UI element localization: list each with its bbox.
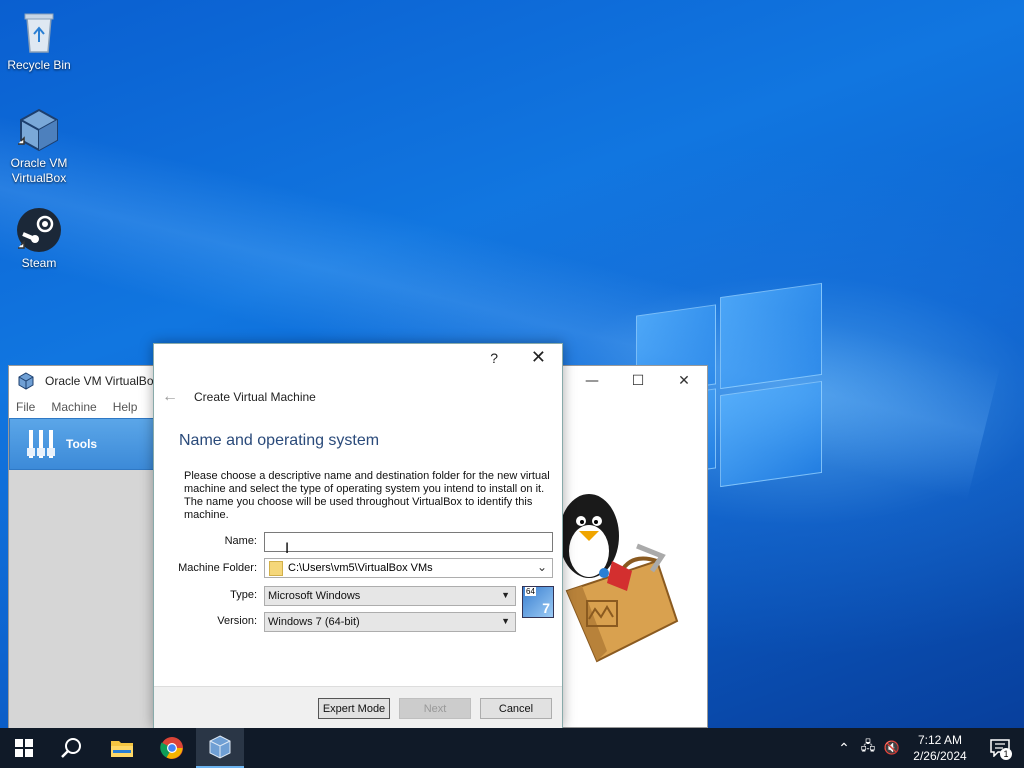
start-button[interactable] — [0, 728, 48, 768]
steam-label: Steam — [21, 256, 57, 270]
expert-mode-button[interactable]: Expert Mode — [318, 698, 390, 719]
type-value: Microsoft Windows — [268, 590, 361, 602]
dialog-header: ← Create Virtual Machine — [154, 374, 562, 420]
section-title: Name and operating system — [179, 432, 380, 449]
dialog-title-bar[interactable]: ? ✕ — [154, 344, 562, 374]
menu-file[interactable]: File — [16, 400, 35, 414]
virtualbox-taskbar-button[interactable] — [196, 728, 244, 768]
text-cursor-icon: I — [285, 541, 290, 557]
recycle-bin-label: Recycle Bin — [7, 58, 71, 72]
folder-icon — [111, 741, 133, 757]
chrome-icon — [160, 737, 183, 759]
back-arrow-icon[interactable]: ← — [162, 388, 178, 406]
close-button[interactable]: ✕ — [661, 366, 707, 396]
virtualbox-label: Oracle VM VirtualBox — [10, 156, 68, 185]
notification-badge: 1 — [1000, 748, 1012, 760]
dropdown-arrow-icon: ▼ — [501, 616, 510, 626]
type-select[interactable]: Microsoft Windows ▼ — [264, 586, 516, 606]
minimize-button[interactable]: — — [569, 366, 615, 396]
machine-folder-value: C:\Users\vm5\VirtualBox VMs — [288, 562, 433, 574]
desktop-icon-virtualbox[interactable]: Oracle VM VirtualBox — [1, 106, 77, 186]
tools-label: Tools — [66, 437, 98, 451]
desktop-icon-recycle-bin[interactable]: Recycle Bin — [1, 8, 77, 73]
vbox-title-text: Oracle VM VirtualBox — [45, 374, 160, 388]
maximize-button[interactable]: ☐ — [615, 366, 661, 396]
tools-icon — [27, 430, 55, 458]
create-vm-dialog: ? ✕ ← Create Virtual Machine Name and op… — [153, 343, 563, 728]
machine-folder-label: Machine Folder: — [178, 562, 257, 574]
virtualbox-icon — [15, 106, 63, 154]
machine-folder-combo[interactable]: C:\Users\vm5\VirtualBox VMs ⌄ — [264, 558, 553, 578]
tux-toolbox-illustration — [559, 494, 679, 663]
help-button[interactable]: ? — [490, 350, 498, 366]
description-text: Please choose a descriptive name and des… — [184, 470, 550, 521]
dialog-footer: Expert Mode Next Cancel — [154, 686, 562, 728]
dropdown-arrow-icon: ▼ — [501, 590, 510, 600]
windows-start-icon — [15, 739, 33, 757]
search-icon — [61, 738, 81, 758]
file-explorer-button[interactable] — [98, 728, 146, 768]
volume-muted-icon[interactable]: 🔇 — [880, 740, 904, 756]
dialog-close-button[interactable]: ✕ — [531, 347, 546, 368]
chrome-button[interactable] — [148, 728, 196, 768]
os-type-icon: 64 7 — [522, 586, 554, 618]
next-button[interactable]: Next — [399, 698, 471, 719]
type-label: Type: — [230, 589, 257, 601]
name-field[interactable] — [264, 532, 553, 552]
search-button[interactable] — [48, 728, 96, 768]
version-select[interactable]: Windows 7 (64-bit) ▼ — [264, 612, 516, 632]
recycle-bin-icon — [15, 8, 63, 56]
chevron-up-icon[interactable]: ⌃ — [832, 740, 856, 757]
virtualbox-icon — [209, 735, 231, 759]
tools-item[interactable]: Tools — [9, 418, 154, 470]
taskbar: ⌃ 🖧 🔇 7:12 AM 2/26/2024 1 — [0, 728, 1024, 768]
network-icon[interactable]: 🖧 — [856, 737, 880, 759]
dialog-header-title: Create Virtual Machine — [194, 390, 316, 404]
version-value: Windows 7 (64-bit) — [268, 616, 360, 628]
clock-time: 7:12 AM — [917, 733, 963, 747]
cancel-button[interactable]: Cancel — [480, 698, 552, 719]
notification-center-button[interactable]: 1 — [976, 728, 1024, 768]
chevron-down-icon: ⌄ — [536, 560, 547, 574]
clock-date: 2/26/2024 — [913, 749, 967, 763]
folder-icon — [269, 560, 283, 576]
menu-machine[interactable]: Machine — [51, 400, 96, 414]
name-label: Name: — [224, 535, 257, 547]
machine-list-area — [9, 470, 154, 729]
clock[interactable]: 7:12 AM 2/26/2024 — [904, 732, 976, 764]
os-badge: 64 — [525, 587, 536, 596]
menu-help[interactable]: Help — [113, 400, 138, 414]
desktop-icon-steam[interactable]: Steam — [1, 206, 77, 271]
steam-icon — [15, 206, 63, 254]
version-label: Version: — [217, 615, 257, 627]
system-tray: ⌃ 🖧 🔇 7:12 AM 2/26/2024 1 — [832, 728, 1024, 768]
virtualbox-icon — [18, 372, 34, 390]
dialog-body: Name and operating system Please choose … — [154, 420, 562, 686]
